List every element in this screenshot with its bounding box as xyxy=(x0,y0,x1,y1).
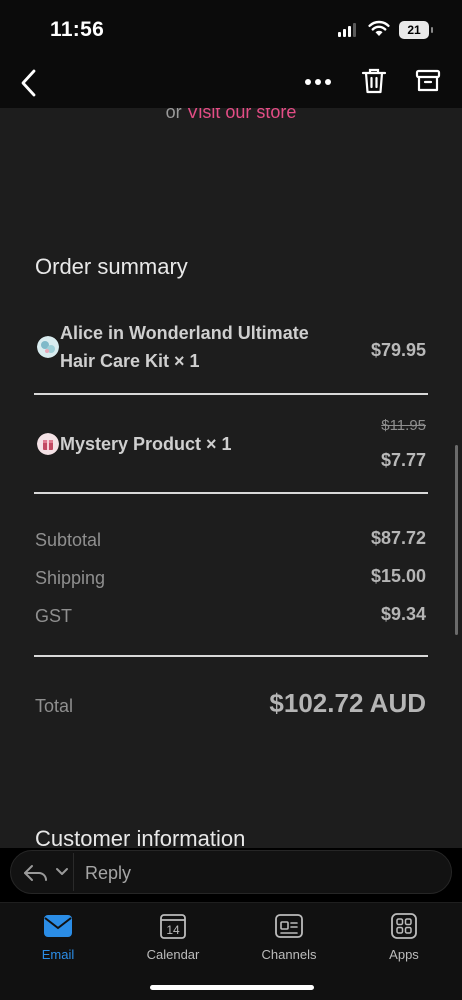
store-line: or Visit our store xyxy=(0,108,462,123)
more-options-icon[interactable] xyxy=(304,78,332,86)
visit-store-link[interactable]: Visit our store xyxy=(187,108,297,122)
item-original-price: $11.95 xyxy=(381,417,426,434)
total-label: Total xyxy=(35,696,74,716)
total-value: $102.72 AUD xyxy=(269,688,426,718)
subtotal-label: Subtotal xyxy=(35,530,102,550)
reply-bar[interactable]: Reply xyxy=(10,850,452,894)
tab-calendar-label: Calendar xyxy=(146,947,200,962)
tab-apps-label: Apps xyxy=(389,947,419,962)
shipping-value: $15.00 xyxy=(370,566,426,586)
email-body: or Visit our store Order summary Alice i… xyxy=(0,108,462,848)
cellular-signal-icon xyxy=(338,23,356,37)
reply-divider xyxy=(73,853,74,891)
message-toolbar xyxy=(0,58,462,108)
item-name: Mystery Product × 1 xyxy=(60,434,232,454)
battery-icon: 21 xyxy=(399,21,429,39)
tab-apps[interactable]: Apps xyxy=(354,911,454,962)
home-indicator[interactable] xyxy=(150,985,314,990)
gst-value: $9.34 xyxy=(380,604,426,624)
item-name-line2: Hair Care Kit × 1 xyxy=(60,351,200,371)
wifi-icon xyxy=(368,20,390,36)
calendar-date: 14 xyxy=(166,923,180,937)
order-summary-title: Order summary xyxy=(35,254,188,279)
channels-icon xyxy=(275,914,303,938)
email-icon xyxy=(44,915,72,937)
subtotal-value: $87.72 xyxy=(370,528,426,548)
tab-calendar[interactable]: 14 Calendar xyxy=(123,911,223,962)
shipping-label: Shipping xyxy=(35,568,106,588)
battery-tip xyxy=(431,27,433,33)
item-price: $7.77 xyxy=(380,450,426,470)
divider xyxy=(34,393,428,395)
back-chevron-icon[interactable] xyxy=(18,68,40,98)
apps-grid-icon xyxy=(391,913,417,939)
divider xyxy=(34,492,428,494)
item-price: $79.95 xyxy=(370,340,426,360)
tab-channels[interactable]: Channels xyxy=(239,911,339,962)
tab-email-label: Email xyxy=(41,947,75,962)
divider xyxy=(34,655,428,657)
product-thumbnail[interactable] xyxy=(37,433,59,455)
item-name: Alice in Wonderland Ultimate Hair Care K… xyxy=(60,319,309,375)
product-thumbnail[interactable] xyxy=(37,336,59,358)
reply-icon[interactable] xyxy=(23,863,49,883)
gst-label: GST xyxy=(35,606,73,626)
calendar-icon: 14 xyxy=(160,914,186,939)
tab-channels-label: Channels xyxy=(261,947,317,962)
chevron-down-icon[interactable] xyxy=(55,867,69,877)
status-bar: 11:56 21 xyxy=(0,0,462,58)
reply-button[interactable]: Reply xyxy=(85,863,131,884)
store-line-prefix: or xyxy=(165,108,182,122)
tab-email[interactable]: Email xyxy=(8,911,108,962)
scrollbar[interactable] xyxy=(455,445,458,635)
archive-icon[interactable] xyxy=(415,68,441,94)
customer-info-title: Customer information xyxy=(35,826,246,848)
trash-icon[interactable] xyxy=(361,67,387,95)
status-time: 11:56 xyxy=(50,18,105,41)
item-name-line1: Alice in Wonderland Ultimate xyxy=(60,323,309,343)
